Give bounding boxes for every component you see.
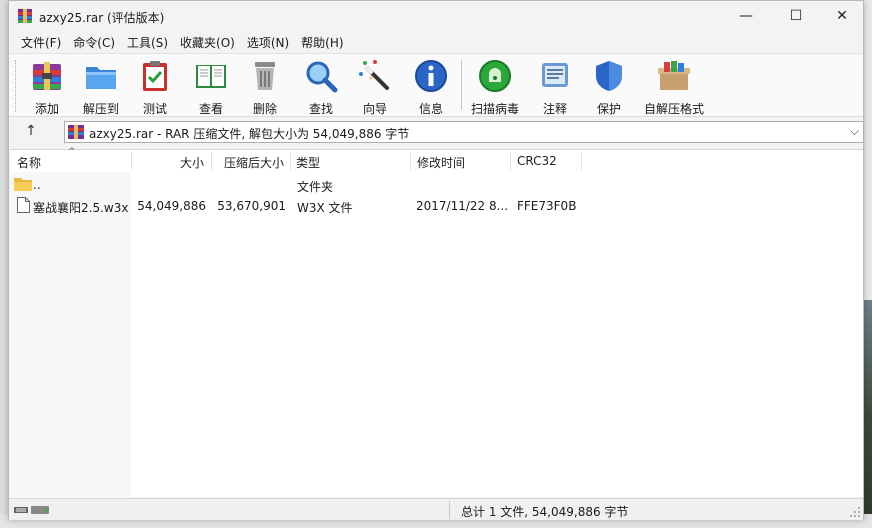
virus-scan-label: 扫描病毒 [470, 102, 519, 116]
address-dropdown-icon[interactable]: ⌵ [850, 124, 859, 139]
column-name-header[interactable]: 名称 [17, 154, 41, 171]
comment-label: 注释 [542, 102, 567, 116]
find-button[interactable]: 查找 [295, 56, 347, 116]
name-column-shade [10, 172, 131, 498]
menu-favorites[interactable]: 收藏夹(O) [174, 31, 241, 53]
winrar-add-icon [33, 62, 61, 90]
test-label: 测试 [142, 102, 167, 116]
find-label: 查找 [308, 102, 333, 116]
column-divider[interactable] [131, 152, 132, 170]
virus-scan-icon [479, 60, 511, 92]
column-crc-header[interactable]: CRC32 [517, 154, 557, 168]
shield-icon [596, 61, 622, 91]
comment-button[interactable]: 注释 [529, 56, 581, 116]
row-type: W3X 文件 [297, 201, 353, 215]
column-divider[interactable] [290, 152, 291, 170]
protect-label: 保护 [596, 102, 621, 116]
extract-to-button[interactable]: 解压到 [75, 56, 127, 116]
magnifier-icon [306, 61, 338, 93]
sfx-label: 自解压格式 [643, 102, 704, 116]
file-icon [17, 197, 30, 213]
view-button[interactable]: 查看 [185, 56, 237, 116]
book-view-icon [196, 65, 226, 88]
column-modified-header[interactable]: 修改时间 [417, 154, 465, 171]
column-divider[interactable] [510, 152, 511, 170]
list-item-file[interactable]: 塞战襄阳2.5.w3x 54,049,886 53,670,901 W3X 文件… [10, 196, 863, 216]
row-name: .. [33, 178, 41, 192]
column-header-row: 名称 ^ 大小 压缩后大小 类型 修改时间 CRC32 [10, 147, 863, 172]
info-icon [415, 60, 447, 92]
row-type: 文件夹 [297, 180, 334, 194]
resize-grip-icon[interactable] [849, 506, 861, 518]
info-label: 信息 [418, 102, 443, 116]
menu-bar: 文件(F) 命令(C) 工具(S) 收藏夹(O) 选项(N) 帮助(H) [9, 31, 863, 53]
file-list[interactable]: 名称 ^ 大小 压缩后大小 类型 修改时间 CRC32 .. 文件夹 塞战襄阳2… [10, 147, 863, 498]
sort-ascending-icon: ^ [68, 147, 76, 157]
trash-icon [255, 62, 275, 90]
minimize-button[interactable]: — [723, 1, 769, 31]
row-packed-size: 53,670,901 [217, 199, 286, 213]
winrar-app-icon [18, 9, 32, 23]
menu-help[interactable]: 帮助(H) [295, 31, 349, 53]
info-button[interactable]: 信息 [405, 56, 457, 116]
up-one-level-button[interactable]: ↑ [21, 123, 41, 141]
wizard-wand-icon [359, 60, 389, 90]
background-picture [864, 300, 872, 528]
status-separator [449, 501, 450, 519]
list-item-parent-folder[interactable]: .. 文件夹 [10, 175, 863, 195]
address-text: azxy25.rar - RAR 压缩文件, 解包大小为 54,049,886 … [89, 127, 410, 141]
row-modified: 2017/11/22 8... [416, 199, 509, 213]
row-name: 塞战襄阳2.5.w3x [33, 201, 129, 215]
sfx-button[interactable]: 自解压格式 [641, 56, 707, 116]
winrar-window: azxy25.rar (评估版本) — ☐ ✕ 文件(F) 命令(C) 工具(S… [8, 0, 864, 520]
test-clipboard-icon [143, 61, 167, 91]
status-bar: 总计 1 文件, 54,049,886 字节 [9, 498, 863, 520]
drive-status-icon[interactable] [13, 503, 53, 517]
rar-archive-icon [68, 125, 84, 139]
add-button[interactable]: 添加 [21, 56, 73, 116]
row-crc: FFE73F0B [517, 199, 577, 213]
virus-scan-button[interactable]: 扫描病毒 [469, 56, 521, 116]
add-label: 添加 [34, 102, 59, 116]
protect-button[interactable]: 保护 [583, 56, 635, 116]
comment-icon [542, 63, 568, 87]
column-divider[interactable] [211, 152, 212, 170]
toolbar-grip[interactable] [15, 60, 19, 112]
column-size-header[interactable]: 大小 [180, 154, 204, 171]
title-bar[interactable]: azxy25.rar (评估版本) — ☐ ✕ [9, 1, 863, 31]
sfx-box-icon [658, 61, 690, 90]
view-label: 查看 [198, 102, 223, 116]
menu-file[interactable]: 文件(F) [15, 31, 67, 53]
folder-icon [14, 178, 32, 191]
toolbar-separator [461, 60, 462, 110]
wizard-button[interactable]: 向导 [349, 56, 401, 116]
test-button[interactable]: 测试 [129, 56, 181, 116]
wizard-label: 向导 [362, 102, 387, 116]
delete-button[interactable]: 删除 [239, 56, 291, 116]
extract-to-label: 解压到 [82, 102, 119, 116]
column-packed-header[interactable]: 压缩后大小 [224, 154, 284, 171]
row-size: 54,049,886 [137, 199, 206, 213]
menu-tools[interactable]: 工具(S) [121, 31, 174, 53]
folder-extract-icon [86, 67, 116, 89]
address-field[interactable]: azxy25.rar - RAR 压缩文件, 解包大小为 54,049,886 … [64, 121, 864, 143]
column-type-header[interactable]: 类型 [296, 154, 320, 171]
toolbar: 添加 解压到 测试 查看 删除 查找 向导 信息 扫描病毒 注释 保护 自解压格… [9, 53, 863, 117]
maximize-button[interactable]: ☐ [773, 1, 819, 31]
column-divider[interactable] [410, 152, 411, 170]
delete-label: 删除 [252, 102, 277, 116]
address-bar: ↑ azxy25.rar - RAR 压缩文件, 解包大小为 54,049,88… [9, 117, 864, 147]
column-divider[interactable] [581, 152, 582, 170]
window-title: azxy25.rar (评估版本) [39, 11, 165, 25]
status-summary: 总计 1 文件, 54,049,886 字节 [461, 505, 629, 519]
menu-options[interactable]: 选项(N) [241, 31, 295, 53]
menu-commands[interactable]: 命令(C) [67, 31, 121, 53]
close-button[interactable]: ✕ [819, 1, 865, 31]
